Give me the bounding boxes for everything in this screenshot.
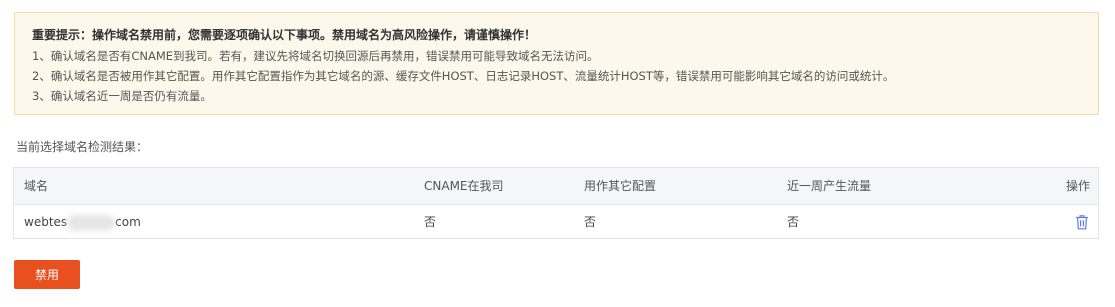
warning-title: 重要提示：操作域名禁用前，您需要逐项确认以下事项。禁用域名为高风险操作，请谨慎操…	[32, 28, 537, 42]
header-config: 用作其它配置	[584, 179, 657, 193]
result-label: 当前选择域名检测结果：	[16, 140, 149, 154]
result-table: 域名 CNAME在我司 用作其它配置 近一周产生流量 操作 webtes com …	[13, 167, 1099, 239]
disable-button[interactable]: 禁用	[14, 260, 80, 289]
table-row: webtes com 否 否 否	[14, 205, 1098, 240]
trash-icon[interactable]	[1075, 214, 1089, 230]
traffic-cell: 否	[787, 215, 800, 229]
domain-cell: webtes com	[24, 205, 141, 240]
warning-item-1: 1、确认域名是否有CNAME到我司。若有，建议先将域名切换回源后再禁用，错误禁用…	[32, 49, 599, 63]
table-header: 域名 CNAME在我司 用作其它配置 近一周产生流量 操作	[14, 168, 1098, 205]
config-cell: 否	[584, 215, 597, 229]
domain-prefix: webtes	[24, 215, 68, 229]
header-traffic: 近一周产生流量	[787, 179, 872, 193]
warning-item-3: 3、确认域名近一周是否仍有流量。	[32, 89, 212, 103]
warning-item-2: 2、确认域名是否被用作其它配置。用作其它配置指作为其它域名的源、缓存文件HOST…	[32, 69, 895, 83]
header-action: 操作	[1065, 179, 1090, 193]
header-domain: 域名	[24, 179, 49, 193]
header-cname: CNAME在我司	[424, 179, 504, 193]
cname-cell: 否	[424, 215, 437, 229]
warning-box: 重要提示：操作域名禁用前，您需要逐项确认以下事项。禁用域名为高风险操作，请谨慎操…	[14, 12, 1099, 115]
domain-suffix: com	[115, 215, 141, 229]
redacted-blur	[67, 214, 116, 231]
